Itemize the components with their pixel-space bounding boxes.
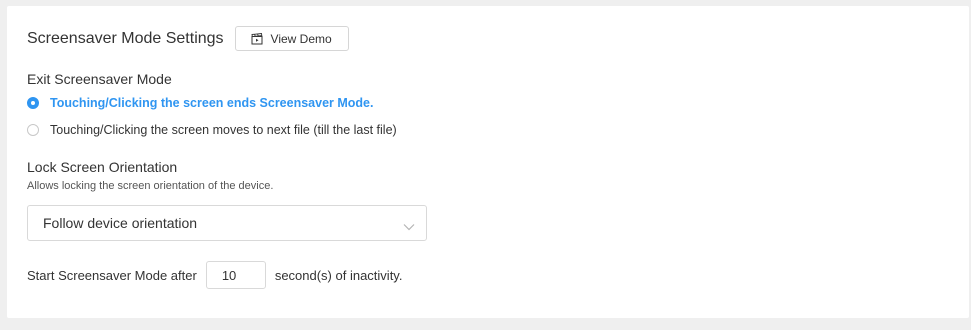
page-title: Screensaver Mode Settings [27,30,224,47]
timeout-row: Start Screensaver Mode after second(s) o… [27,261,402,289]
timeout-seconds-input[interactable] [205,261,266,289]
settings-panel: Screensaver Mode Settings View Demo Exit… [7,6,969,318]
exit-option-ends-label: Touching/Clicking the screen ends Screen… [50,96,374,110]
exit-option-next-file[interactable]: Touching/Clicking the screen moves to ne… [27,123,397,137]
exit-mode-label: Exit Screensaver Mode [27,71,172,87]
exit-option-ends[interactable]: Touching/Clicking the screen ends Screen… [27,96,373,110]
radio-checked[interactable] [27,97,39,109]
radio-unchecked[interactable] [27,124,39,136]
view-demo-label: View Demo [270,31,332,46]
orientation-label: Lock Screen Orientation [27,159,178,175]
chevron-down-icon [403,218,415,234]
clapperboard-icon [251,32,271,45]
timeout-suffix: second(s) of inactivity. [274,267,403,283]
panel-header: Screensaver Mode Settings View Demo [27,26,349,51]
orientation-helper-text: Allows locking the screen orientation of… [27,180,274,192]
orientation-select-value: Follow device orientation [43,215,198,231]
orientation-select[interactable]: Follow device orientation [27,205,427,241]
timeout-prefix: Start Screensaver Mode after [27,267,197,283]
exit-option-next-file-label: Touching/Clicking the screen moves to ne… [50,123,397,137]
view-demo-button[interactable]: View Demo [234,26,349,51]
